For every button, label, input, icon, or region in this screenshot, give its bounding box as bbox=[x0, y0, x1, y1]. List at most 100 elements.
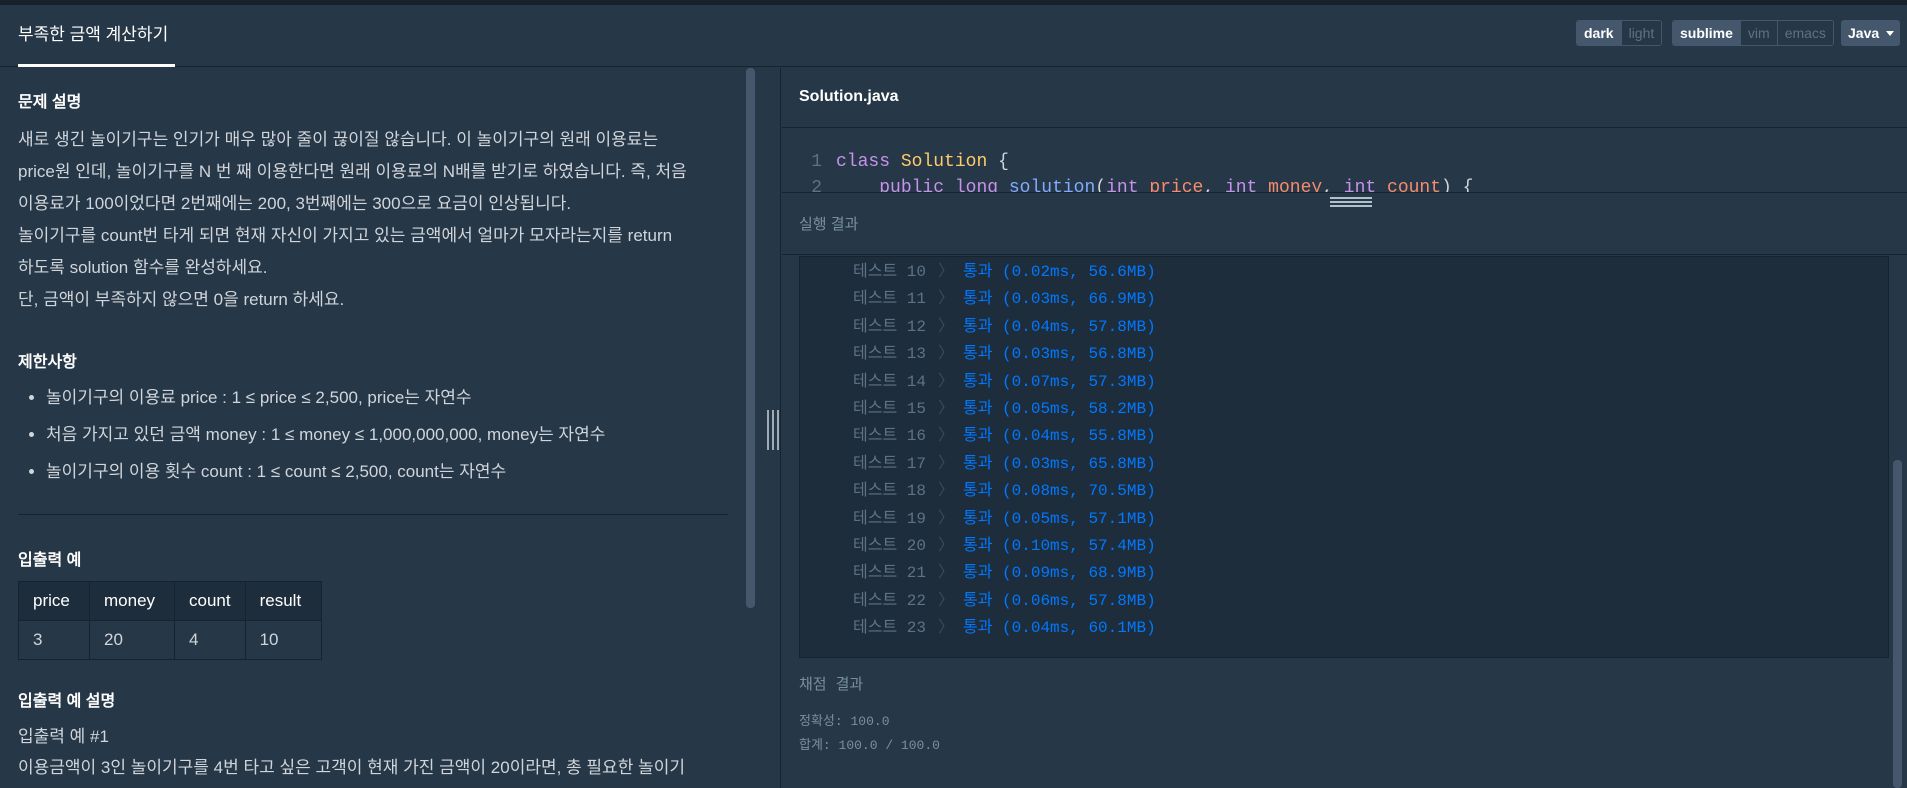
chevron-right-icon: 〉 bbox=[938, 564, 955, 583]
test-status: 통과 (0.07ms, 57.3MB) bbox=[963, 372, 1156, 391]
result-row: 테스트 20 〉 통과 (0.10ms, 57.4MB) bbox=[800, 535, 1888, 557]
header: 부족한 금액 계산하기 dark light sublime vim emacs… bbox=[0, 5, 1907, 67]
constraints-heading: 제한사항 bbox=[18, 354, 77, 371]
chevron-right-icon: 〉 bbox=[938, 591, 955, 610]
table-header-cell: count bbox=[174, 581, 246, 621]
chevron-right-icon: 〉 bbox=[938, 317, 955, 336]
keymap-vim-button[interactable]: vim bbox=[1739, 21, 1777, 45]
caret-down-icon bbox=[1886, 31, 1894, 36]
code-token: int bbox=[1224, 178, 1258, 192]
result-row: 테스트 21 〉 통과 (0.09ms, 68.9MB) bbox=[800, 562, 1888, 584]
table-cell: 20 bbox=[89, 620, 175, 660]
result-row: 테스트 15 〉 통과 (0.05ms, 58.2MB) bbox=[800, 398, 1888, 420]
code-token: long bbox=[954, 178, 999, 192]
test-status: 통과 (0.08ms, 70.5MB) bbox=[963, 482, 1156, 501]
result-list: 테스트 10 〉 통과 (0.02ms, 56.6MB) 테스트 11 〉 통과 (0.0… bbox=[799, 256, 1889, 658]
chevron-right-icon: 〉 bbox=[938, 509, 955, 528]
code-editor[interactable]: 1 class Solution { 2 public long solution… bbox=[782, 128, 1907, 192]
test-status: 통과 (0.05ms, 58.2MB) bbox=[963, 400, 1156, 418]
result-scrollbar[interactable] bbox=[1893, 460, 1902, 788]
test-label: 테스트 17 bbox=[853, 454, 926, 473]
language-label: Java bbox=[1848, 25, 1880, 41]
description-line: 새로 생긴 놀이기구는 인기가 매우 많아 줄이 끊이질 않습니다. 이 놀이기… bbox=[18, 130, 659, 149]
code-token: money bbox=[1268, 178, 1323, 192]
constraint-item: 놀이기구의 이용료 price : 1 ≤ price ≤ 2,500, pri… bbox=[46, 379, 740, 416]
drag-handle-icon[interactable] bbox=[1330, 197, 1372, 211]
theme-light-button[interactable]: light bbox=[1620, 21, 1662, 45]
chevron-right-icon: 〉 bbox=[938, 482, 955, 501]
constraints-list: 놀이기구의 이용료 price : 1 ≤ price ≤ 2,500, pri… bbox=[0, 379, 740, 490]
result-row: 테스트 16 〉 통과 (0.04ms, 55.8MB) bbox=[800, 425, 1888, 447]
test-label: 테스트 21 bbox=[853, 564, 926, 583]
test-label: 테스트 19 bbox=[853, 509, 926, 528]
problem-scrollbar[interactable] bbox=[746, 68, 755, 608]
test-label: 테스트 10 bbox=[853, 263, 926, 281]
keymap-emacs-button[interactable]: emacs bbox=[1776, 21, 1833, 45]
tab-underline bbox=[18, 64, 175, 67]
test-label: 테스트 16 bbox=[853, 427, 926, 446]
io-desc-heading: 입출력 예 설명 bbox=[18, 693, 116, 710]
test-label: 테스트 14 bbox=[853, 372, 926, 391]
test-label: 테스트 23 bbox=[853, 619, 926, 638]
code-token: int bbox=[1343, 178, 1377, 192]
code-line: 1 class Solution { bbox=[782, 150, 1009, 174]
result-row: 테스트 12 〉 통과 (0.04ms, 57.8MB) bbox=[800, 316, 1888, 338]
code-token: price bbox=[1149, 178, 1204, 192]
code-token: class bbox=[836, 152, 891, 172]
file-name: Solution.java bbox=[799, 88, 899, 105]
grading-title: 채점 결과 bbox=[799, 677, 864, 694]
code-line: 2 public long solution(int price, int mo… bbox=[782, 176, 1473, 192]
panel-resize-icon[interactable] bbox=[767, 410, 779, 450]
problem-panel: 문제 설명 새로 생긴 놀이기구는 인기가 매우 많아 줄이 끊이질 않습니다.… bbox=[0, 68, 781, 788]
table-header-cell: price bbox=[18, 581, 90, 621]
problem-tab-title[interactable]: 부족한 금액 계산하기 bbox=[18, 5, 176, 67]
test-label: 테스트 18 bbox=[853, 482, 926, 501]
result-row: 테스트 19 〉 통과 (0.05ms, 57.1MB) bbox=[800, 508, 1888, 530]
description-line: 단, 금액이 부족하지 않으면 0을 return 하세요. bbox=[18, 290, 345, 309]
chevron-right-icon: 〉 bbox=[938, 427, 955, 446]
description-line: 놀이기구를 count번 타게 되면 현재 자신이 가지고 있는 금액에서 얼마… bbox=[18, 226, 673, 245]
keymap-toggle: sublime vim emacs bbox=[1672, 20, 1834, 46]
line-number: 2 bbox=[811, 178, 822, 192]
table-header-cell: money bbox=[89, 581, 175, 621]
section-divider bbox=[18, 514, 728, 515]
test-status: 통과 (0.03ms, 56.8MB) bbox=[963, 345, 1156, 364]
file-bar: Solution.java bbox=[782, 68, 1907, 128]
test-status: 통과 (0.04ms, 57.8MB) bbox=[963, 317, 1156, 336]
chevron-right-icon: 〉 bbox=[938, 454, 955, 473]
test-label: 테스트 22 bbox=[853, 591, 926, 610]
chevron-right-icon: 〉 bbox=[938, 619, 955, 638]
theme-toggle: dark light bbox=[1576, 20, 1663, 46]
code-token: Solution bbox=[900, 152, 988, 172]
theme-dark-button[interactable]: dark bbox=[1577, 21, 1621, 45]
constraint-item: 놀이기구의 이용 횟수 count : 1 ≤ count ≤ 2,500, c… bbox=[46, 453, 740, 490]
chevron-right-icon: 〉 bbox=[938, 537, 955, 555]
test-label: 테스트 11 bbox=[853, 290, 926, 309]
table-header-row: price money count result bbox=[18, 581, 322, 621]
test-status: 통과 (0.02ms, 56.6MB) bbox=[963, 263, 1156, 281]
test-status: 통과 (0.03ms, 66.9MB) bbox=[963, 290, 1156, 309]
result-bar: 실행 결과 bbox=[782, 192, 1907, 255]
language-select[interactable]: Java bbox=[1841, 20, 1900, 46]
code-token: count bbox=[1387, 178, 1442, 192]
table-cell: 3 bbox=[18, 620, 90, 660]
test-status: 통과 (0.04ms, 60.1MB) bbox=[963, 619, 1156, 638]
description-line: 하도록 solution 함수를 완성하세요. bbox=[18, 258, 268, 277]
test-status: 통과 (0.05ms, 57.1MB) bbox=[963, 509, 1156, 528]
io-example-text: 이용금액이 3인 놀이기구를 4번 타고 싶은 고객이 현재 가진 금액이 20… bbox=[18, 758, 685, 777]
code-token: public bbox=[879, 178, 945, 192]
io-heading: 입출력 예 bbox=[18, 552, 82, 569]
result-row: 테스트 22 〉 통과 (0.06ms, 57.8MB) bbox=[800, 590, 1888, 612]
table-row: 3 20 4 10 bbox=[18, 620, 322, 660]
io-table: price money count result 3 20 4 10 bbox=[18, 581, 322, 660]
result-row: 테스트 14 〉 통과 (0.07ms, 57.3MB) bbox=[800, 371, 1888, 393]
keymap-sublime-button[interactable]: sublime bbox=[1673, 21, 1740, 45]
description-body: 새로 생긴 놀이기구는 인기가 매우 많아 줄이 끊이질 않습니다. 이 놀이기… bbox=[18, 124, 748, 316]
grading-total: 합계: 100.0 / 100.0 bbox=[799, 738, 940, 753]
test-label: 테스트 15 bbox=[853, 400, 926, 418]
result-row: 테스트 23 〉 통과 (0.04ms, 60.1MB) bbox=[800, 617, 1888, 639]
test-status: 통과 (0.09ms, 68.9MB) bbox=[963, 564, 1156, 583]
constraint-item: 처음 가지고 있던 금액 money : 1 ≤ money ≤ 1,000,0… bbox=[46, 416, 740, 453]
result-row: 테스트 10 〉 통과 (0.02ms, 56.6MB) bbox=[800, 261, 1888, 283]
io-example-label: 입출력 예 #1 bbox=[18, 727, 109, 746]
